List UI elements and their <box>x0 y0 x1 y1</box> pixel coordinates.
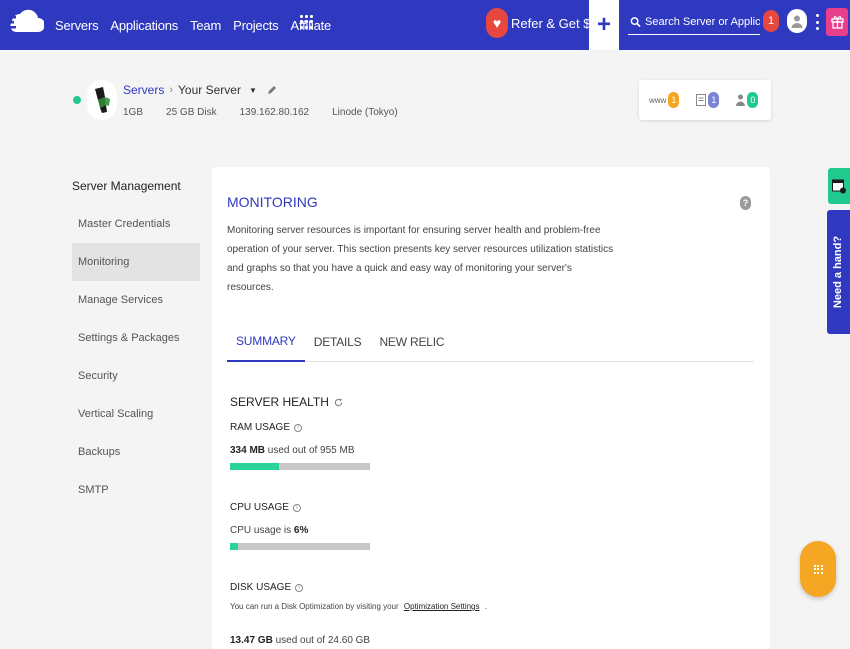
chevron-right-icon: › <box>169 84 174 96</box>
ram-usage-bar <box>230 463 370 470</box>
cpu-usage-label: CPU USAGE <box>230 502 289 513</box>
apps-grid-icon[interactable] <box>300 15 314 29</box>
grid-icon <box>813 564 823 574</box>
tab-new-relic[interactable]: NEW RELIC <box>370 322 453 362</box>
cpu-usage-text: CPU usage is 6% <box>230 525 308 536</box>
disk-usage-label: DISK USAGE <box>230 582 292 593</box>
monitoring-tabs: SUMMARY DETAILS NEW RELIC <box>227 322 754 362</box>
cpu-usage-title: CPU USAGE i <box>230 502 301 513</box>
search-bar <box>628 9 760 35</box>
server-ip: 139.162.80.162 <box>239 107 310 118</box>
applications-count-badge: 1 <box>668 92 680 108</box>
server-disk: 25 GB Disk <box>166 107 217 118</box>
nav-team[interactable]: Team <box>190 18 221 33</box>
files-count-badge: 1 <box>708 92 720 108</box>
ram-used-suffix: used out of 955 MB <box>267 445 355 456</box>
server-provider-logo <box>87 80 117 120</box>
search-input[interactable] <box>645 15 760 28</box>
server-health-label: SERVER HEALTH <box>230 395 329 409</box>
sidebar-item-master-credentials[interactable]: Master Credentials <box>72 205 200 243</box>
monitoring-card: MONITORING ? Monitoring server resources… <box>212 167 770 649</box>
breadcrumb-servers-link[interactable]: Servers <box>123 83 164 97</box>
notification-badge[interactable]: 1 <box>763 10 779 32</box>
nav-projects[interactable]: Projects <box>233 18 279 33</box>
server-stats-card: www 1 1 0 <box>639 80 771 120</box>
cpu-usage-prefix: CPU usage is <box>230 525 292 536</box>
help-icon[interactable]: ? <box>740 196 751 210</box>
cpu-usage-fill <box>230 543 239 550</box>
info-icon[interactable]: i <box>292 503 301 512</box>
optimization-settings-link[interactable]: Optimization Settings <box>404 602 480 611</box>
disk-used-value: 13.47 GB <box>230 635 273 646</box>
ram-usage-text: 334 MB used out of 955 MB <box>230 445 355 456</box>
ram-usage-fill <box>230 463 279 470</box>
search-icon <box>630 16 641 27</box>
gift-box-icon <box>830 16 844 29</box>
server-meta: 1GB 25 GB Disk 139.162.80.162 Linode (To… <box>123 107 421 118</box>
breadcrumb: Servers › Your Server ▼ <box>123 83 277 97</box>
info-icon[interactable]: i <box>294 423 303 432</box>
stat-applications[interactable]: www 1 <box>649 92 680 108</box>
cloudways-logo-icon[interactable] <box>6 7 44 37</box>
disk-note-suffix: . <box>484 602 487 611</box>
gift-icon[interactable] <box>826 8 848 36</box>
more-menu-icon[interactable] <box>815 14 819 30</box>
pencil-icon[interactable] <box>267 85 277 95</box>
schedule-call-widget[interactable] <box>828 168 850 204</box>
server-location: Linode (Tokyo) <box>332 107 398 118</box>
nav-applications[interactable]: Applications <box>110 18 178 33</box>
users-icon <box>736 94 746 106</box>
server-ram: 1GB <box>123 107 144 118</box>
sidebar-item-smtp[interactable]: SMTP <box>72 471 200 509</box>
sidebar-item-monitoring[interactable]: Monitoring <box>72 243 200 281</box>
sidebar-item-backups[interactable]: Backups <box>72 433 200 471</box>
ram-usage-title: RAM USAGE i <box>230 422 303 433</box>
disk-used-suffix: used out of 24.60 GB <box>275 635 371 646</box>
need-a-hand-label: Need a hand? <box>832 235 845 309</box>
refresh-icon[interactable] <box>334 397 343 407</box>
tab-summary[interactable]: SUMMARY <box>227 322 305 362</box>
server-status-dot <box>73 96 81 104</box>
monitoring-description: Monitoring server resources is important… <box>227 225 614 293</box>
disk-usage-title: DISK USAGE i <box>230 582 304 593</box>
disk-optimization-note: You can run a Disk Optimization by visit… <box>230 602 487 611</box>
sidebar-item-security[interactable]: Security <box>72 357 200 395</box>
user-avatar[interactable] <box>787 9 807 33</box>
heart-icon: ♥ <box>486 8 508 38</box>
tab-details[interactable]: DETAILS <box>305 322 371 362</box>
disk-note-prefix: You can run a Disk Optimization by visit… <box>230 602 399 611</box>
refer-button[interactable]: ♥ Refer & Get $25 <box>486 7 605 39</box>
ram-used-value: 334 MB <box>230 445 266 456</box>
server-health-title: SERVER HEALTH <box>230 395 343 409</box>
users-count-badge: 0 <box>747 92 759 108</box>
info-icon[interactable]: i <box>295 583 304 592</box>
file-icon <box>696 94 707 106</box>
sidebar-item-settings-packages[interactable]: Settings & Packages <box>72 319 200 357</box>
stat-files[interactable]: 1 <box>696 92 720 108</box>
linode-logo-icon <box>95 87 110 113</box>
page-title: MONITORING <box>227 194 318 210</box>
cpu-usage-value: 6% <box>293 525 309 536</box>
sidebar-item-vertical-scaling[interactable]: Vertical Scaling <box>72 395 200 433</box>
stat-users[interactable]: 0 <box>736 92 759 108</box>
disk-usage-text: 13.47 GB used out of 24.60 GB <box>230 635 370 646</box>
sidebar-item-manage-services[interactable]: Manage Services <box>72 281 200 319</box>
caret-down-icon[interactable]: ▼ <box>249 86 257 95</box>
need-a-hand-widget[interactable]: Need a hand? <box>827 210 850 334</box>
quick-actions-fab[interactable] <box>800 541 836 597</box>
www-label: www <box>649 95 667 105</box>
sidebar-title: Server Management <box>72 179 181 193</box>
top-navigation-bar: Servers Applications Team Projects Affil… <box>0 0 850 50</box>
cpu-usage-bar <box>230 543 370 550</box>
user-icon <box>791 15 803 28</box>
add-button[interactable]: + <box>589 0 619 50</box>
calendar-phone-icon <box>832 179 846 194</box>
nav-servers[interactable]: Servers <box>55 18 99 33</box>
sidebar-menu: Master Credentials Monitoring Manage Ser… <box>72 205 200 509</box>
server-name: Your Server <box>178 83 241 97</box>
ram-usage-label: RAM USAGE <box>230 422 291 433</box>
